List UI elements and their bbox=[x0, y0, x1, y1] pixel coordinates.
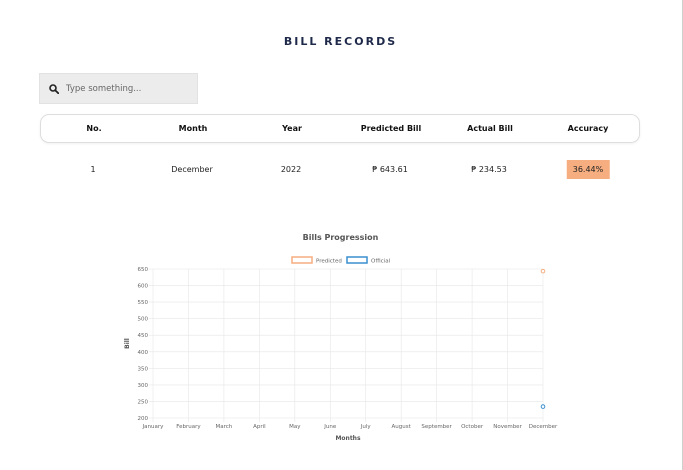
x-tick-label: May bbox=[289, 424, 301, 430]
x-tick-label: March bbox=[216, 424, 233, 430]
x-tick-label: January bbox=[142, 424, 165, 430]
legend-swatch bbox=[291, 256, 313, 264]
legend-label: Predicted bbox=[316, 259, 342, 265]
header-actual-bill: Actual Bill bbox=[467, 124, 513, 133]
chart-title: Bills Progression bbox=[302, 233, 379, 242]
x-tick-label: September bbox=[421, 424, 452, 430]
search-box[interactable] bbox=[39, 73, 198, 104]
y-axis-title: Bill bbox=[124, 338, 131, 349]
y-tick-label: 600 bbox=[138, 284, 149, 290]
cell-year: 2022 bbox=[280, 165, 302, 174]
search-input[interactable] bbox=[66, 83, 191, 94]
table-row: 1 December 2022 ₱ 643.61 ₱ 234.53 36.44% bbox=[40, 157, 640, 183]
accuracy-badge: 36.44% bbox=[566, 160, 610, 179]
y-tick-label: 400 bbox=[138, 350, 149, 356]
x-axis-title: Months bbox=[335, 435, 361, 442]
data-point bbox=[540, 268, 546, 274]
search-icon bbox=[49, 83, 60, 94]
y-tick-label: 550 bbox=[138, 300, 149, 306]
legend-swatch bbox=[346, 256, 368, 264]
x-tick-label: December bbox=[529, 424, 558, 430]
page-title: BILL RECORDS bbox=[283, 35, 398, 48]
y-tick-label: 250 bbox=[138, 399, 149, 405]
legend-label: Official bbox=[371, 259, 391, 265]
x-tick-label: June bbox=[323, 424, 337, 430]
cell-predicted-bill: ₱ 643.61 bbox=[372, 165, 408, 174]
x-tick-label: February bbox=[176, 424, 201, 430]
y-tick-label: 300 bbox=[138, 383, 149, 389]
data-point bbox=[540, 404, 546, 409]
cell-actual-bill: ₱ 234.53 bbox=[471, 165, 507, 174]
header-year: Year bbox=[282, 124, 302, 133]
cell-month: December bbox=[171, 165, 213, 174]
y-tick-label: 200 bbox=[138, 416, 149, 422]
y-tick-label: 650 bbox=[138, 267, 149, 273]
x-tick-label: July bbox=[360, 424, 372, 430]
header-accuracy: Accuracy bbox=[567, 124, 609, 133]
x-tick-label: April bbox=[253, 424, 266, 430]
y-tick-label: 350 bbox=[138, 366, 149, 372]
cell-no: 1 bbox=[90, 165, 96, 174]
table-header: No. Month Year Predicted Bill Actual Bil… bbox=[40, 114, 640, 143]
y-tick-label: 500 bbox=[138, 317, 149, 323]
x-tick-label: November bbox=[493, 424, 522, 430]
bills-progression-chart: 200 250 300 350 400 450 500 550 600 650 January Feb… bbox=[124, 256, 558, 442]
header-month: Month bbox=[178, 124, 208, 133]
header-no: No. bbox=[86, 124, 102, 133]
y-tick-label: 450 bbox=[138, 333, 149, 339]
header-predicted-bill: Predicted Bill bbox=[360, 124, 422, 133]
x-tick-label: August bbox=[392, 424, 412, 430]
x-tick-label: October bbox=[461, 424, 484, 430]
